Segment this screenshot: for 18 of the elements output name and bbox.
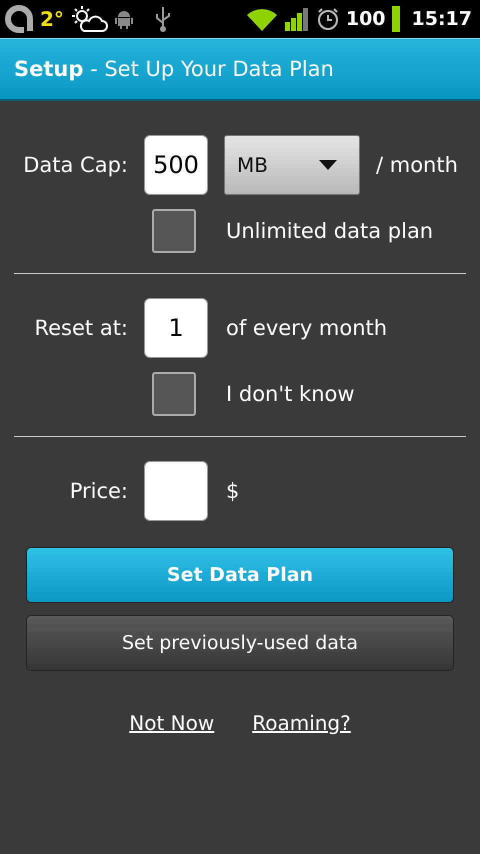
day-suffix: of every month bbox=[226, 316, 388, 340]
clock: 15:17 bbox=[412, 8, 472, 30]
previous-data-button[interactable]: Set previously-used data bbox=[26, 615, 454, 671]
battery-level: 100 bbox=[346, 8, 386, 30]
field-label: Price: bbox=[68, 479, 128, 503]
currency-sign: $ bbox=[226, 479, 240, 503]
checkbox-label: I don't know bbox=[226, 382, 355, 406]
unit-suffix: / month bbox=[376, 153, 458, 177]
screen-title: Setup - Set Up Your Data Plan bbox=[14, 57, 334, 81]
input-field[interactable]: 500 bbox=[144, 135, 208, 195]
field-label: Data Cap: bbox=[22, 153, 128, 177]
checkbox-label: Unlimited data plan bbox=[226, 219, 434, 243]
text-link[interactable]: Roaming? bbox=[252, 711, 351, 735]
input-field[interactable]: 1 bbox=[144, 298, 208, 358]
temperature: 2° bbox=[40, 7, 64, 31]
unit-dropdown[interactable]: MB bbox=[224, 135, 360, 195]
text-link[interactable]: Not Now bbox=[129, 711, 214, 735]
field-label: Reset at: bbox=[33, 316, 128, 340]
